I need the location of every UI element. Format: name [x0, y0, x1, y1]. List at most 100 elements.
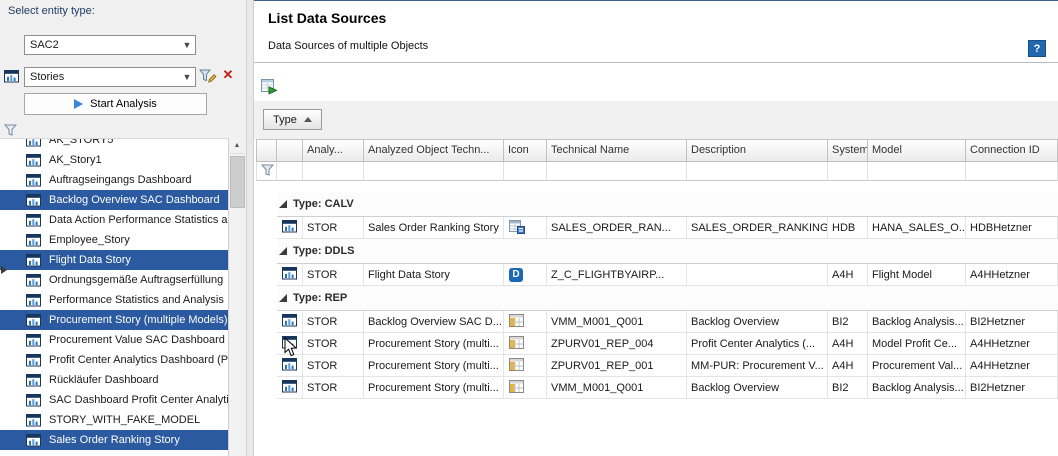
filter-cell[interactable] [364, 162, 504, 181]
filter-edit-icon[interactable] [199, 69, 217, 84]
column-header-analy[interactable]: Analy... [303, 139, 364, 162]
story-icon [282, 267, 298, 283]
story-icon [26, 254, 42, 267]
entity-type-value: SAC2 [25, 39, 179, 51]
list-item-label: Employee_Story [49, 234, 130, 246]
list-item[interactable]: STORY_WITH_FAKE_MODEL [0, 410, 228, 430]
list-item[interactable]: Flight Data Story [0, 250, 228, 270]
model-cell: Model Profit Ce... [868, 333, 966, 354]
data-sources-panel: List Data Sources Data Sources of multip… [254, 0, 1058, 456]
story-icon [282, 220, 298, 236]
system-cell: A4H [828, 264, 868, 285]
filter-funnel-icon [261, 164, 274, 179]
list-item[interactable]: Rückläufer Dashboard [0, 370, 228, 390]
analysis-type-cell: STOR [303, 333, 364, 354]
list-scrollbar[interactable]: ▲ [228, 138, 245, 456]
list-item[interactable]: AK_STORY5 [0, 138, 228, 150]
model-cell: Backlog Analysis... [868, 311, 966, 332]
group-expand-icon[interactable] [279, 200, 287, 208]
table-row[interactable]: STOR Backlog Overview SAC D... VMM_M001_… [277, 311, 1058, 333]
list-item[interactable]: AK_Story1 [0, 150, 228, 170]
table-row[interactable]: STOR Flight Data Story D Z_C_FLIGHTBYAIR… [277, 264, 1058, 286]
help-button[interactable]: ? [1028, 40, 1046, 57]
filter-cell[interactable] [687, 162, 828, 181]
analyzed-object-cell: Procurement Story (multi... [364, 355, 504, 376]
list-item[interactable]: Sales Order Ranking Story [0, 430, 228, 450]
group-row[interactable]: Type: REP [277, 286, 1058, 311]
entity-type-label: Select entity type: [8, 5, 95, 17]
filter-cell[interactable] [966, 162, 1058, 181]
filter-cell[interactable] [547, 162, 687, 181]
tree-filter-icon[interactable] [4, 124, 18, 136]
list-item[interactable]: Procurement Value SAC Dashboard [0, 330, 228, 350]
description-cell: Backlog Overview [687, 311, 828, 332]
current-row-marker-icon [1, 266, 7, 274]
clear-filter-icon[interactable]: ✕ [220, 67, 236, 83]
start-analysis-button[interactable]: Start Analysis [24, 93, 207, 115]
list-item[interactable]: Data Action Performance Statistics an [0, 210, 228, 230]
group-by-type-chip[interactable]: Type [263, 109, 322, 130]
column-header-technical-name[interactable]: Technical Name [547, 139, 687, 162]
connection-id-cell: A4HHetzner [966, 264, 1058, 285]
filter-cell[interactable] [277, 162, 303, 181]
table-header-row: Analy...Analyzed Object Techn...IconTech… [256, 139, 1058, 162]
list-item[interactable]: Auftragseingangs Dashboard [0, 170, 228, 190]
description-cell: Profit Center Analytics (... [687, 333, 828, 354]
scroll-up-button[interactable]: ▲ [229, 138, 245, 154]
table-row[interactable]: STOR Procurement Story (multi... ZPURV01… [277, 355, 1058, 377]
export-excel-icon[interactable] [260, 78, 280, 96]
list-item[interactable]: Profit Center Analytics Dashboard (Pr [0, 350, 228, 370]
analyzed-object-cell: Procurement Story (multi... [364, 377, 504, 398]
entity-list: AK_STORY5 AK_Story1 Auftragseingangs Das… [0, 138, 228, 456]
panel-splitter[interactable] [246, 0, 254, 456]
list-item[interactable]: Ordnungsgemäße Auftragserfüllung [0, 270, 228, 290]
analysis-type-cell: STOR [303, 355, 364, 376]
column-header-analyzed-object-techn[interactable]: Analyzed Object Techn... [364, 139, 504, 162]
table-row[interactable]: STOR Sales Order Ranking Story SALES_ORD… [277, 217, 1058, 239]
object-type-icon-cell [277, 217, 303, 238]
column-header-connection-id[interactable]: Connection ID [966, 139, 1058, 162]
list-item[interactable]: Employee_Story [0, 230, 228, 250]
table-row[interactable]: STOR Procurement Story (multi... ZPURV01… [277, 333, 1058, 355]
group-row[interactable]: Type: DDLS [277, 239, 1058, 264]
column-header-description[interactable]: Description [687, 139, 828, 162]
list-item-label: Procurement Story (multiple Models) [49, 314, 228, 326]
filter-cell[interactable] [256, 162, 277, 181]
story-icon [4, 70, 20, 84]
query-icon [509, 336, 524, 352]
column-header-icon[interactable]: Icon [504, 139, 547, 162]
analyzed-object-cell: Sales Order Ranking Story [364, 217, 504, 238]
object-type-dropdown[interactable]: Stories ▼ [24, 67, 196, 87]
scroll-thumb[interactable] [230, 156, 245, 208]
entity-type-dropdown[interactable]: SAC2 ▼ [24, 35, 196, 55]
column-header-blank[interactable] [277, 139, 303, 162]
table-row[interactable]: STOR Procurement Story (multi... VMM_M00… [277, 377, 1058, 399]
list-item[interactable]: Procurement Story (multiple Models) [0, 310, 228, 330]
group-expand-icon[interactable] [279, 294, 287, 302]
analyzed-object-cell: Procurement Story (multi... [364, 333, 504, 354]
list-item-label: Auftragseingangs Dashboard [49, 174, 191, 186]
filter-cell[interactable] [504, 162, 547, 181]
group-row[interactable]: Type: CALV [277, 192, 1058, 217]
list-item-label: Profit Center Analytics Dashboard (Pr [49, 354, 228, 366]
chevron-down-icon[interactable]: ▼ [179, 72, 195, 82]
group-expand-icon[interactable] [279, 247, 287, 255]
story-icon [26, 234, 42, 247]
list-item-label: STORY_WITH_FAKE_MODEL [49, 414, 200, 426]
chevron-down-icon[interactable]: ▼ [179, 40, 195, 50]
story-icon [26, 374, 42, 387]
filter-cell[interactable] [868, 162, 966, 181]
list-item[interactable]: SAC Dashboard Profit Center Analytic [0, 390, 228, 410]
description-cell: SALES_ORDER_RANKING [687, 217, 828, 238]
description-cell [687, 264, 828, 285]
table-body: Type: CALV STOR Sales Order Ranking Stor… [256, 181, 1058, 399]
column-header-system[interactable]: System [828, 139, 868, 162]
technical-name-cell: VMM_M001_Q001 [547, 377, 687, 398]
column-header-blank[interactable] [256, 139, 277, 162]
story-icon [282, 380, 298, 396]
list-item[interactable]: Performance Statistics and Analysis [0, 290, 228, 310]
filter-cell[interactable] [828, 162, 868, 181]
column-header-model[interactable]: Model [868, 139, 966, 162]
list-item[interactable]: Backlog Overview SAC Dashboard [0, 190, 228, 210]
filter-cell[interactable] [303, 162, 364, 181]
